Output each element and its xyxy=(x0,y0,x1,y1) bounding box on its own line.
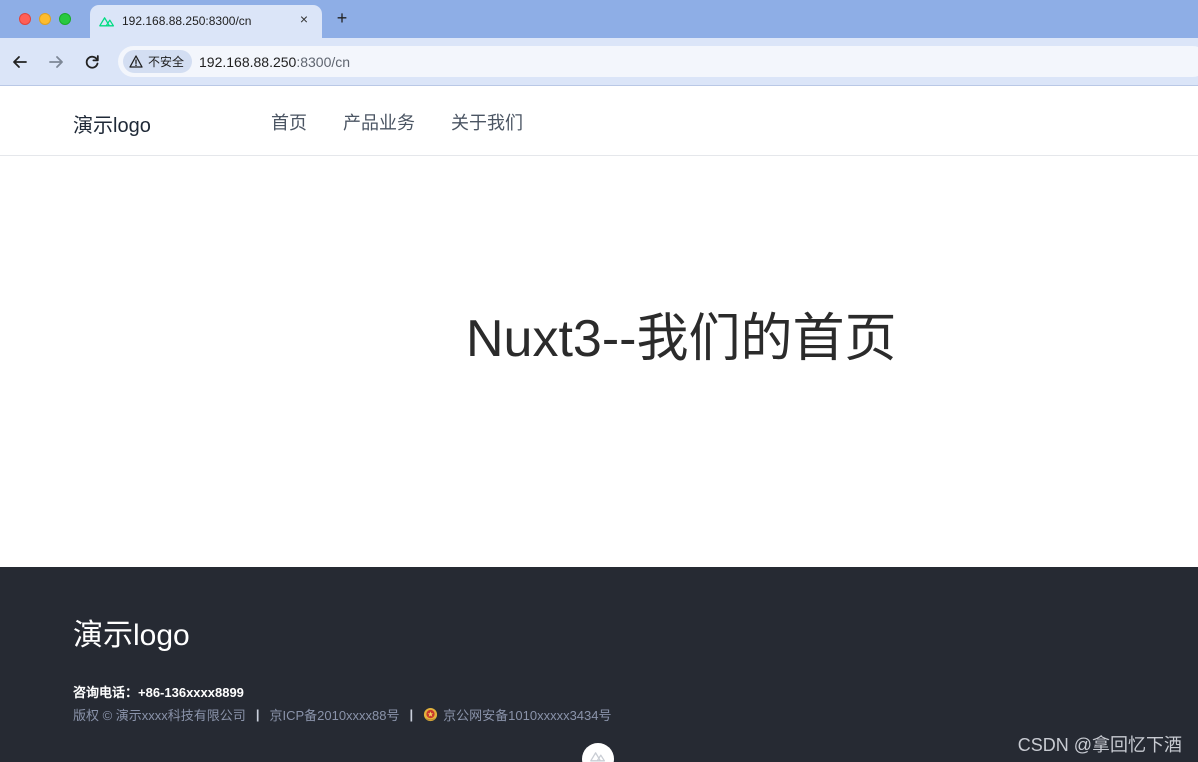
separator: | xyxy=(409,707,414,722)
nuxt-icon xyxy=(99,17,115,27)
reload-icon xyxy=(85,55,99,69)
footer-legal: 版权 © 演示xxxx科技有限公司 | 京ICP备2010xxxx88号 | 京… xyxy=(73,705,612,724)
main-nav: 首页 产品业务 关于我们 xyxy=(271,109,523,135)
separator: | xyxy=(255,707,260,722)
browser-titlebar: 192.168.88.250:8300/cn × + xyxy=(0,0,1198,39)
address-bar[interactable]: 不安全 192.168.88.250:8300/cn xyxy=(118,46,1198,77)
minimize-window-button[interactable] xyxy=(39,13,51,25)
copyright-text: 版权 © 演示xxxx科技有限公司 xyxy=(73,708,246,723)
url-text[interactable]: 192.168.88.250:8300/cn xyxy=(199,54,350,70)
forward-button[interactable] xyxy=(45,51,67,73)
arrow-left-icon xyxy=(13,56,27,68)
page-title: Nuxt3--我们的首页 xyxy=(466,310,897,368)
nav-link-about[interactable]: 关于我们 xyxy=(451,109,523,135)
tab-title: 192.168.88.250:8300/cn xyxy=(122,14,252,28)
police-record-link[interactable]: 京公网安备1010xxxxx3434号 xyxy=(443,705,611,724)
site-footer: 演示logo 咨询电话：+86-136xxxx8899 版权 © 演示xxxx科… xyxy=(0,567,1198,762)
footer-phone: 咨询电话：+86-136xxxx8899 xyxy=(73,685,244,700)
nuxt-devtools-button[interactable] xyxy=(582,743,614,762)
arrow-right-icon xyxy=(49,56,63,68)
warning-icon xyxy=(129,55,143,68)
police-badge-icon xyxy=(424,707,438,722)
security-label: 不安全 xyxy=(148,55,185,69)
header-logo[interactable]: 演示logo xyxy=(73,109,151,138)
browser-tab[interactable]: 192.168.88.250:8300/cn × xyxy=(90,5,322,39)
url-path: :8300/cn xyxy=(296,54,351,70)
footer-logo: 演示logo xyxy=(73,619,190,652)
maximize-window-button[interactable] xyxy=(59,13,71,25)
tab-close-icon[interactable]: × xyxy=(296,11,312,27)
nav-link-products[interactable]: 产品业务 xyxy=(343,109,415,135)
security-chip[interactable]: 不安全 xyxy=(123,50,193,73)
browser-toolbar: 不安全 192.168.88.250:8300/cn xyxy=(0,38,1198,86)
nuxt-icon xyxy=(590,752,606,762)
url-host: 192.168.88.250 xyxy=(199,54,297,70)
back-button[interactable] xyxy=(9,51,31,73)
icp-link[interactable]: 京ICP备2010xxxx88号 xyxy=(269,705,399,724)
watermark: CSDN @拿回忆下酒 xyxy=(1017,735,1182,755)
new-tab-button[interactable]: + xyxy=(333,7,351,29)
close-window-button[interactable] xyxy=(19,13,31,25)
reload-button[interactable] xyxy=(81,51,103,73)
nav-link-home[interactable]: 首页 xyxy=(271,109,307,135)
site-header: 演示logo 首页 产品业务 关于我们 xyxy=(0,86,1198,156)
